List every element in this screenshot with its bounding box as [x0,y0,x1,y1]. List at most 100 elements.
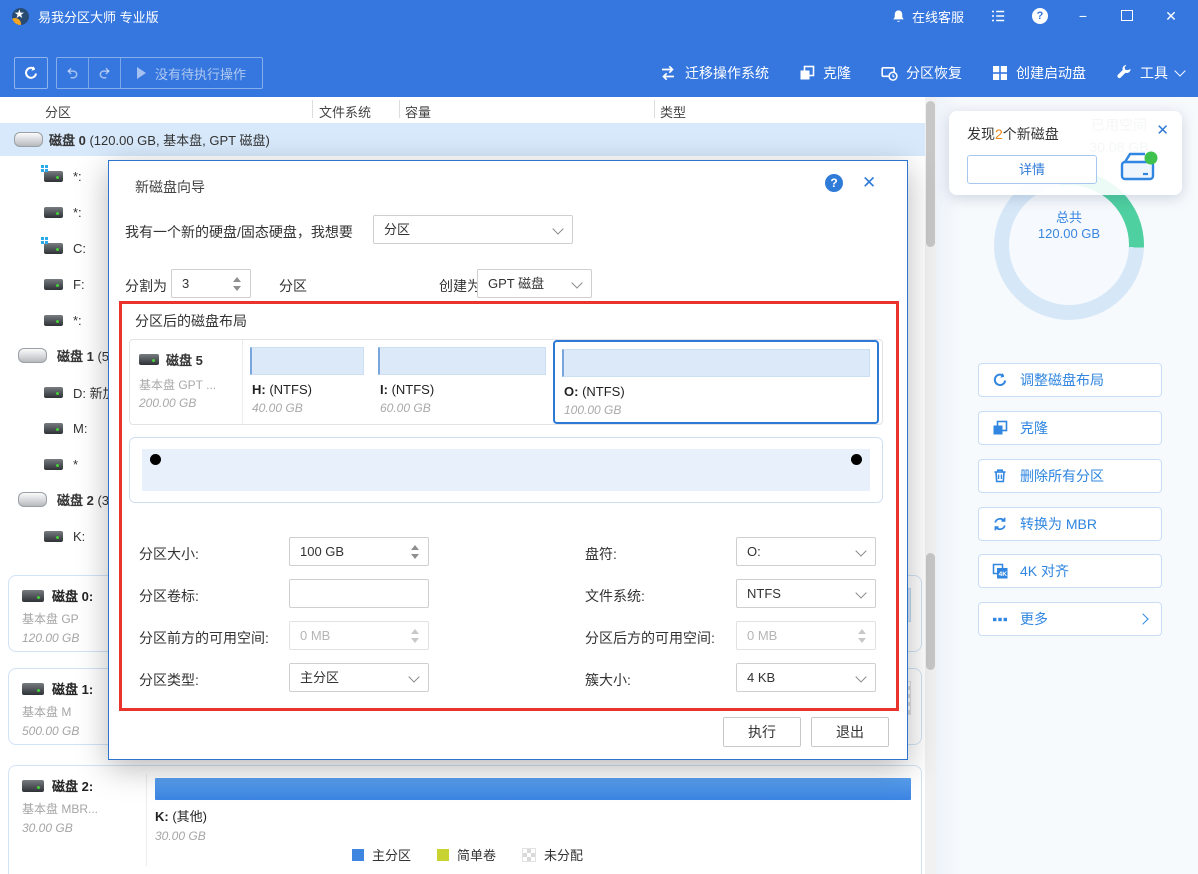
adjust-layout-button[interactable]: 调整磁盘布局 [978,363,1162,397]
nav-clone[interactable]: 克隆 [799,63,851,83]
scrollbar-thumb[interactable] [926,101,935,247]
stepper-up-icon[interactable] [411,545,419,550]
tree-item-volume[interactable]: * [44,455,78,473]
convert-to-mbr-button[interactable]: 转换为 MBR [978,507,1162,541]
execute-button[interactable]: 执行 [723,717,801,747]
partition-type-select[interactable]: 主分区 [289,663,429,692]
split-count-stepper[interactable]: 3 [171,269,251,298]
space-after-label: 分区后方的可用空间: [585,628,715,648]
stepper-down-icon[interactable] [233,286,241,291]
partition-bar [562,349,870,377]
partition-recovery-icon [881,65,898,81]
pending-operations-button[interactable]: 没有待执行操作 [121,58,262,88]
dialog-help-icon[interactable]: ? [825,174,843,192]
more-button[interactable]: 更多 [978,602,1162,636]
card-disk-type: 基本盘 MBR... [22,800,142,817]
maximize-button[interactable] [1118,8,1136,24]
disk-icon [18,348,47,363]
space-before-stepper[interactable]: 0 MB [289,621,429,650]
tree-item-volume[interactable]: M: [44,419,87,437]
partition-cell-i[interactable]: I: (NTFS) 60.00 GB [371,340,553,424]
exit-button[interactable]: 退出 [811,717,889,747]
filesystem-select[interactable]: NTFS [736,579,876,608]
dialog-close-icon[interactable]: ✕ [862,173,876,193]
operations-list-icon[interactable] [990,8,1006,24]
create-as-label: 创建为 [439,276,481,296]
app-logo-icon: ★ [12,8,29,25]
tree-item-volume[interactable]: D: 新加 [44,383,116,401]
clone-icon [799,65,815,81]
total-value: 120.00 GB [994,226,1144,241]
stepper-down-icon[interactable] [411,554,419,559]
partition-cell-h[interactable]: H: (NTFS) 40.00 GB [243,340,371,424]
drive-icon [44,459,63,470]
close-button[interactable]: ✕ [1162,8,1180,25]
drive-letter-label: 盘符: [585,544,617,564]
notification-close-icon[interactable]: ✕ [1156,121,1169,139]
disk-style-select[interactable]: GPT 磁盘 [477,269,592,298]
disk0-row[interactable]: 磁盘 0 (120.00 GB, 基本盘, GPT 磁盘) [0,123,925,156]
disk-layout-preview: 磁盘 5 基本盘 GPT ... 200.00 GB H: (NTFS) 40.… [129,339,883,425]
new-disk-count: 2 [995,126,1003,142]
drive-letter-select[interactable]: O: [736,537,876,566]
column-type: 类型 [660,102,686,121]
nav-tools[interactable]: 工具 [1116,63,1184,83]
disk-icon [14,132,43,147]
delete-all-partitions-button[interactable]: 删除所有分区 [978,459,1162,493]
chevron-down-icon [855,545,866,556]
partition-size-stepper[interactable]: 100 GB [289,537,429,566]
tree-item-volume[interactable]: *: [44,203,82,221]
partition-bar [250,347,364,375]
chevron-down-icon [855,671,866,682]
cluster-size-select[interactable]: 4 KB [736,663,876,692]
space-before-label: 分区前方的可用空间: [139,628,269,648]
preview-disk-size: 200.00 GB [139,396,196,410]
legend-simple-swatch [437,849,449,861]
disk-icon [18,492,47,507]
slider-track[interactable] [142,449,870,491]
preview-disk-type: 基本盘 GPT ... [139,376,216,393]
clone-button[interactable]: 克隆 [978,411,1162,445]
partition-size-slider [129,437,883,503]
tree-item-volume[interactable]: C: [44,239,86,257]
tree-item-disk2[interactable]: 磁盘 2 (3 [18,490,109,508]
tree-item-volume[interactable]: K: [44,527,85,545]
toolbar-nav: 迁移操作系统 克隆 分区恢复 创建启动盘 [659,57,1184,89]
drive-icon [44,315,63,326]
chevron-down-icon [855,587,866,598]
slider-handle-left[interactable] [150,454,161,465]
operations-group: 没有待执行操作 [56,57,263,89]
nav-partition-recovery[interactable]: 分区恢复 [881,63,962,83]
tree-item-volume[interactable]: *: [44,311,82,329]
split-unit-label: 分区 [279,276,307,296]
tree-item-volume[interactable]: F: [44,275,85,293]
undo-button[interactable] [57,58,89,88]
slider-handle-right[interactable] [851,454,862,465]
drive-icon [44,387,63,398]
new-disk-wizard-dialog: 新磁盘向导 ? ✕ 我有一个新的硬盘/固态硬盘，我想要 分区 分割为 3 分区 … [108,160,908,760]
scrollbar-thumb-2[interactable] [926,553,935,670]
action-select[interactable]: 分区 [373,215,573,244]
adjust-layout-icon [992,372,1008,388]
nav-migrate-os[interactable]: 迁移操作系统 [659,63,769,83]
drive-icon [44,531,63,542]
disk2-partition-k-bar[interactable] [155,778,911,800]
volume-label-input[interactable] [289,579,429,608]
stepper-up-icon[interactable] [233,277,241,282]
intro-label: 我有一个新的硬盘/固态硬盘，我想要 [125,222,353,242]
disk-icon [139,354,159,365]
online-support-button[interactable]: 在线客服 [891,7,964,26]
help-icon[interactable]: ? [1032,8,1048,24]
tree-item-disk1[interactable]: 磁盘 1 (5 [18,346,109,364]
redo-button[interactable] [89,58,121,88]
4k-align-button[interactable]: 4K 4K 对齐 [978,554,1162,588]
refresh-button[interactable] [14,57,48,89]
partition-cell-o-selected[interactable]: O: (NTFS) 100.00 GB [553,340,879,424]
tree-item-volume[interactable]: *: [44,167,82,185]
minimize-button[interactable]: − [1074,8,1092,24]
partition-legend: 主分区 简单卷 未分配 [352,845,583,864]
details-button[interactable]: 详情 [967,155,1097,184]
nav-create-bootable-disk[interactable]: 创建启动盘 [992,63,1086,83]
space-after-stepper[interactable]: 0 MB [736,621,876,650]
more-dots-icon [992,611,1008,627]
